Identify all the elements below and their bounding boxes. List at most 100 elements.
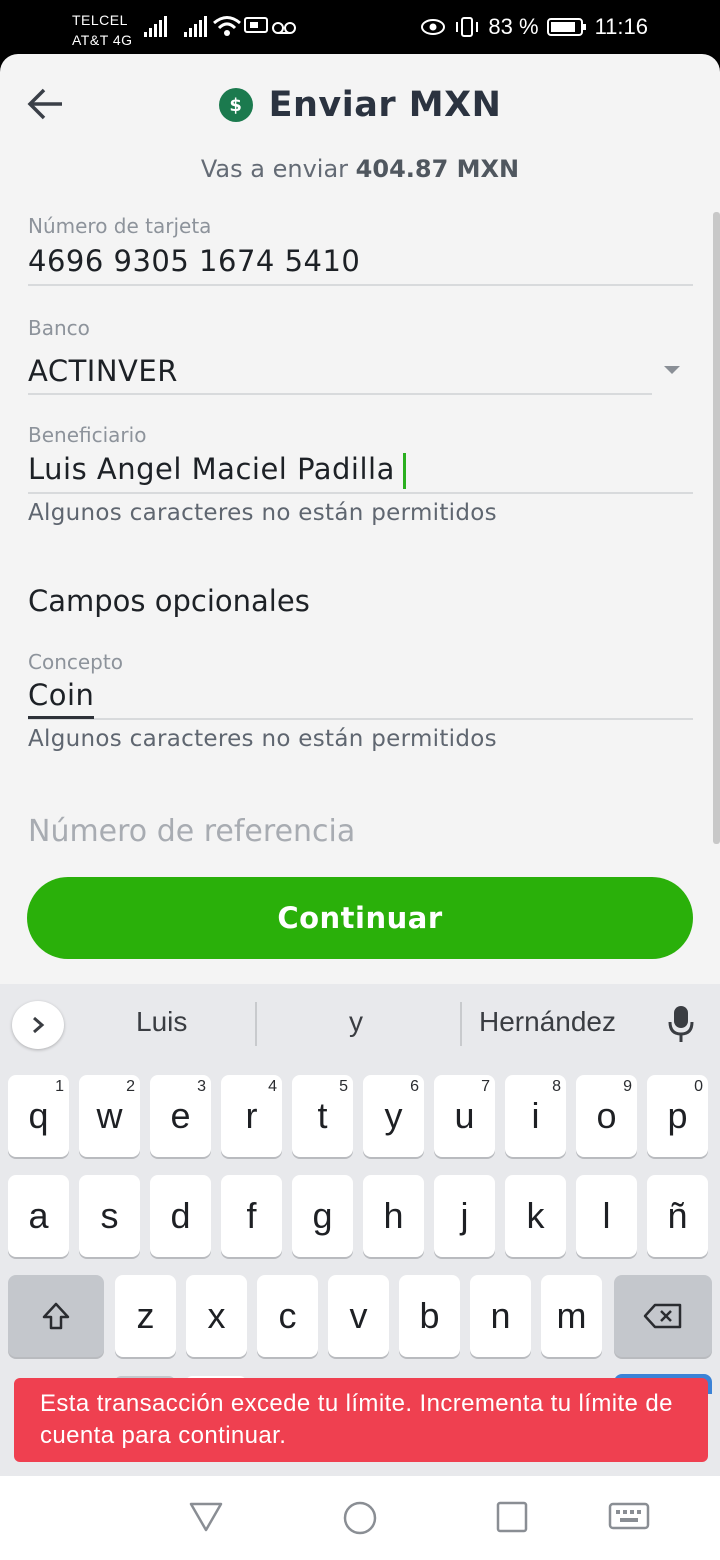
eye-comfort-icon xyxy=(421,19,446,35)
signal-icon xyxy=(144,16,167,37)
key-label: p xyxy=(667,1095,688,1136)
reference-number-field[interactable]: Número de referencia xyxy=(28,814,355,849)
key-m[interactable]: m xyxy=(541,1275,602,1357)
key-label: y xyxy=(384,1095,403,1136)
suggestion-1[interactable]: Luis xyxy=(136,1006,187,1038)
wifi-icon xyxy=(213,16,241,36)
amount-prefix: Vas a enviar xyxy=(200,155,349,183)
amount-value: 404.87 MXN xyxy=(355,155,520,183)
concept-word-underline xyxy=(28,716,94,719)
suggestion-divider xyxy=(255,1002,257,1046)
concept-field[interactable]: Coin xyxy=(28,678,94,712)
concept-hint: Algunos caracteres no están permitidos xyxy=(28,726,497,752)
key-p[interactable]: p0 xyxy=(647,1075,708,1157)
limit-error-toast: Esta transacción excede tu límite. Incre… xyxy=(14,1378,708,1462)
nfc-icon xyxy=(244,17,268,33)
page-title: Enviar MXN xyxy=(268,85,502,125)
bank-underline xyxy=(28,393,652,395)
key-label: u xyxy=(454,1095,475,1136)
key-w[interactable]: w2 xyxy=(79,1075,140,1157)
key-t[interactable]: t5 xyxy=(292,1075,353,1157)
key-hint: 3 xyxy=(197,1078,206,1095)
key-c[interactable]: c xyxy=(257,1275,318,1357)
bank-select[interactable]: ACTINVER xyxy=(28,354,178,388)
key-a[interactable]: a xyxy=(8,1175,69,1257)
key-s[interactable]: s xyxy=(79,1175,140,1257)
key-hint: 2 xyxy=(126,1078,135,1095)
key-q[interactable]: q1 xyxy=(8,1075,69,1157)
carrier-info: TELCEL AT&T 4G xyxy=(72,10,133,50)
continue-button[interactable]: Continuar xyxy=(27,877,693,959)
send-money-screen: $ Enviar MXN Vas a enviar 404.87 MXN Núm… xyxy=(0,54,720,984)
recents-nav-icon[interactable] xyxy=(495,1500,529,1534)
shift-key[interactable] xyxy=(8,1275,104,1357)
key-l[interactable]: l xyxy=(576,1175,637,1257)
clock: 11:16 xyxy=(594,14,648,39)
carrier-primary: TELCEL xyxy=(72,12,128,28)
suggestion-divider xyxy=(460,1002,462,1046)
key-hint: 0 xyxy=(694,1078,703,1095)
backspace-icon xyxy=(643,1303,682,1329)
key-h[interactable]: h xyxy=(363,1175,424,1257)
key-u[interactable]: u7 xyxy=(434,1075,495,1157)
key-label: w xyxy=(96,1095,123,1136)
signal-icon-2 xyxy=(184,16,207,37)
key-b[interactable]: b xyxy=(399,1275,460,1357)
text-cursor xyxy=(402,453,406,489)
key-enye[interactable]: ñ xyxy=(647,1175,708,1257)
suggestion-3[interactable]: Hernández xyxy=(479,1006,616,1038)
amount-summary: Vas a enviar 404.87 MXN xyxy=(0,155,720,183)
vibrate-icon xyxy=(456,17,479,37)
key-hint: 8 xyxy=(552,1078,561,1095)
key-d[interactable]: d xyxy=(150,1175,211,1257)
key-label: r xyxy=(245,1095,258,1136)
concept-underline xyxy=(28,718,693,720)
beneficiary-value: Luis Angel Maciel Padilla xyxy=(28,452,395,486)
dollar-icon: $ xyxy=(218,88,253,122)
beneficiary-label: Beneficiario xyxy=(28,423,147,447)
card-number-field[interactable]: 4696 9305 1674 5410 xyxy=(28,244,360,278)
suggestion-2[interactable]: y xyxy=(349,1006,363,1038)
carrier-secondary: AT&T 4G xyxy=(72,32,133,48)
beneficiary-field[interactable]: Luis Angel Maciel Padilla xyxy=(28,452,406,489)
key-label: i xyxy=(531,1095,540,1136)
key-f[interactable]: f xyxy=(221,1175,282,1257)
key-o[interactable]: o9 xyxy=(576,1075,637,1157)
key-r[interactable]: r4 xyxy=(221,1075,282,1157)
back-nav-icon[interactable] xyxy=(188,1500,224,1534)
key-label: q xyxy=(28,1095,49,1136)
home-nav-icon[interactable] xyxy=(342,1500,378,1536)
scrollbar[interactable] xyxy=(713,212,720,844)
bank-label: Banco xyxy=(28,316,90,340)
battery-percent: 83 % xyxy=(488,14,539,39)
key-x[interactable]: x xyxy=(186,1275,247,1357)
concept-label: Concepto xyxy=(28,650,123,674)
status-right: 83 % 11:16 xyxy=(420,14,648,40)
key-label: e xyxy=(170,1095,191,1136)
dropdown-arrow-icon[interactable] xyxy=(664,366,680,374)
backspace-key[interactable] xyxy=(614,1275,712,1357)
key-y[interactable]: y6 xyxy=(363,1075,424,1157)
key-n[interactable]: n xyxy=(470,1275,531,1357)
chevron-right-icon xyxy=(33,1016,45,1034)
system-nav-bar xyxy=(0,1476,720,1560)
key-label: o xyxy=(596,1095,617,1136)
key-z[interactable]: z xyxy=(115,1275,176,1357)
key-i[interactable]: i8 xyxy=(505,1075,566,1157)
shift-arrow-icon xyxy=(42,1302,70,1330)
key-hint: 4 xyxy=(268,1078,277,1095)
key-hint: 6 xyxy=(410,1078,419,1095)
key-hint: 7 xyxy=(481,1078,490,1095)
key-hint: 5 xyxy=(339,1078,348,1095)
key-k[interactable]: k xyxy=(505,1175,566,1257)
key-hint: 1 xyxy=(55,1078,64,1095)
keyboard-hide-icon[interactable] xyxy=(608,1502,650,1532)
key-e[interactable]: e3 xyxy=(150,1075,211,1157)
key-g[interactable]: g xyxy=(292,1175,353,1257)
keyboard-expand-button[interactable] xyxy=(12,1001,64,1049)
microphone-icon[interactable] xyxy=(666,1004,696,1044)
key-v[interactable]: v xyxy=(328,1275,389,1357)
voicemail-icon xyxy=(272,22,296,34)
key-j[interactable]: j xyxy=(434,1175,495,1257)
optional-fields-title: Campos opcionales xyxy=(28,584,310,618)
